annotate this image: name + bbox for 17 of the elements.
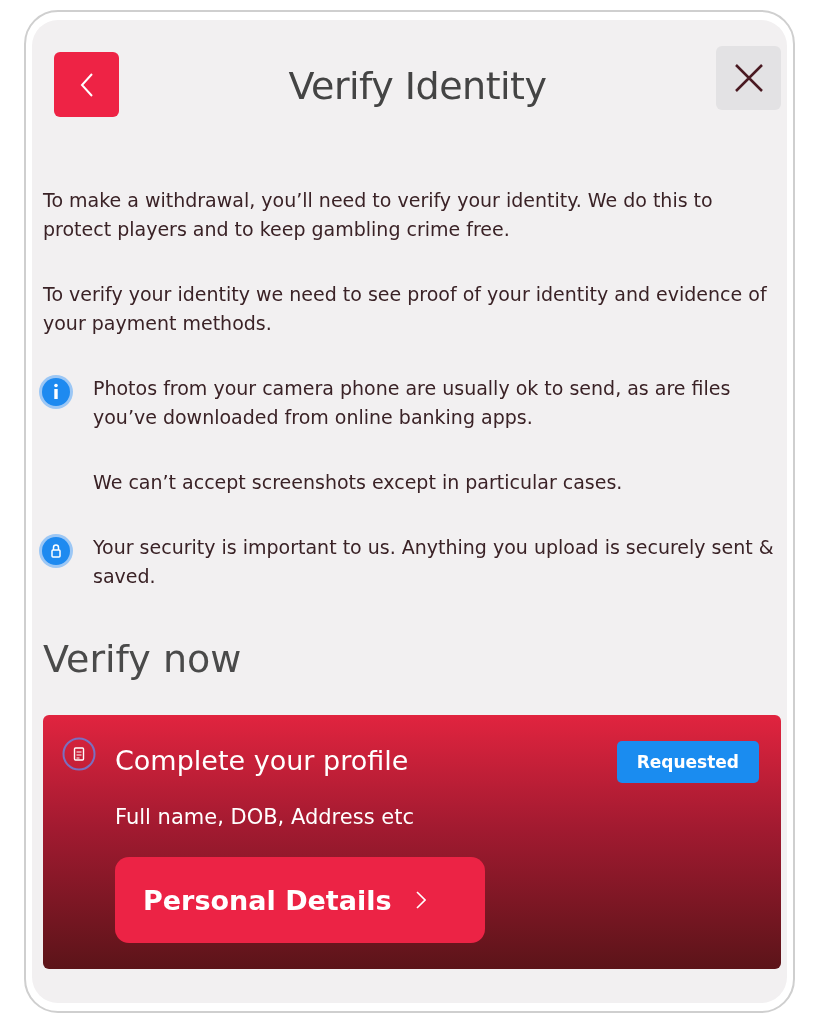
status-badge: Requested [616,741,759,783]
note-text: We can’t accept screenshots except in particular cases. [93,470,624,495]
paragraph: To verify your identity we need to see proof of your identity and evidence of your payment methods. [43,282,768,336]
dialog-title: Verify Identity [288,64,547,108]
note-text: Photos from your camera phone are usually ok to send, as are files you’ve downloaded from online banking apps. [93,376,732,430]
chevron-icon [415,891,426,909]
lock-icon [38,533,74,569]
close-button[interactable] [716,46,781,110]
card-title: Complete your profile [115,745,410,776]
personal-details-button[interactable]: Personal Details [115,857,485,943]
section-title: Verify now [43,637,243,681]
paragraph: To make a withdrawal, you’ll need to verify your identity. We do this to protect players and to keep gambling crime free. [43,188,714,242]
note-text: Your security is important to us. Anything you upload is securely sent & saved. [93,535,775,589]
close-icon [733,63,764,93]
clipboard-icon [62,737,96,771]
info-icon [38,374,74,410]
card-subtitle: Full name, DOB, Address etc [115,805,415,829]
